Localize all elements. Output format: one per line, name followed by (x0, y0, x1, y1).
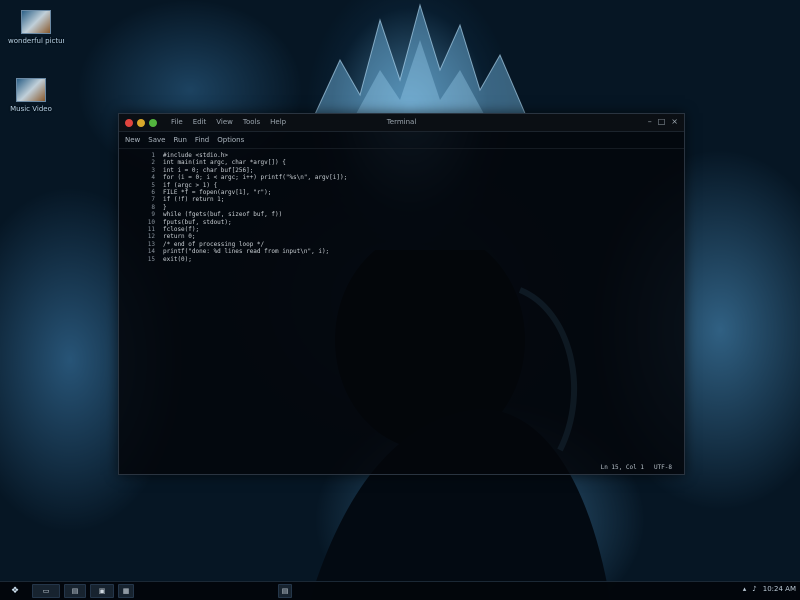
line-text: if (argc > 1) { (163, 181, 218, 189)
line-number: 8 (151, 203, 155, 211)
line-number: 15 (147, 255, 155, 263)
line-text: while (fgets(buf, sizeof buf, f)) (163, 211, 283, 219)
code-line: 7 if (!f) return 1; (119, 196, 684, 203)
line-number: 6 (151, 189, 155, 197)
desktop-icon-label: Music Video (10, 105, 52, 113)
code-line: 8 } (119, 204, 684, 211)
line-text: return 0; (163, 233, 196, 241)
code-line: 11 fclose(f); (119, 226, 684, 233)
taskbar: ❖ ▭ ▤ ▣ ▦ ▤ ▴ ♪ 10:24 AM (0, 581, 800, 600)
code-line: 1 #include <stdio.h> (119, 152, 684, 159)
code-line: 4 for (i = 0; i < argc; i++) printf("%s\… (119, 174, 684, 181)
menu-item-edit[interactable]: Edit (193, 118, 207, 126)
system-tray: ▴ ♪ 10:24 AM (743, 585, 796, 593)
toolbar-run-button[interactable]: Run (173, 136, 186, 144)
code-line: 10 fputs(buf, stdout); (119, 219, 684, 226)
line-text: } (163, 203, 167, 211)
line-number: 13 (147, 240, 155, 248)
video-file-icon (16, 78, 46, 102)
maximize-dot-button[interactable] (149, 119, 157, 127)
ice-crown-artwork (309, 3, 531, 126)
line-text: #include <stdio.h> (163, 152, 229, 159)
line-text: FILE *f = fopen(argv[1], "r"); (163, 189, 272, 197)
line-text: fclose(f); (163, 226, 200, 234)
desktop-icon-music-video[interactable]: Music Video (3, 78, 59, 113)
line-text: exit(0); (163, 255, 192, 263)
line-number: 2 (151, 159, 155, 167)
taskbar-app-button[interactable]: ▭ (32, 584, 60, 598)
volume-icon[interactable]: ♪ (752, 585, 756, 593)
terminal-window: File Edit View Tools Help Terminal – □ ×… (118, 113, 685, 475)
toolbar-save-button[interactable]: Save (148, 136, 165, 144)
taskbar-app-button[interactable]: ▤ (278, 584, 292, 598)
code-line: 15 exit(0); (119, 256, 684, 263)
cursor-position: Ln 15, Col 1 (600, 464, 644, 471)
taskbar-app-button[interactable]: ▣ (90, 584, 114, 598)
line-number: 11 (147, 226, 155, 234)
line-number: 14 (147, 248, 155, 256)
line-number: 7 (151, 196, 155, 204)
status-bar: Ln 15, Col 1 UTF-8 (601, 464, 672, 471)
clock[interactable]: 10:24 AM (763, 585, 796, 593)
code-line: 3 int i = 0; char buf[256]; (119, 167, 684, 174)
taskbar-app-button[interactable]: ▤ (64, 584, 86, 598)
menu-item-file[interactable]: File (171, 118, 183, 126)
code-line: 9 while (fgets(buf, sizeof buf, f)) (119, 211, 684, 218)
line-text: for (i = 0; i < argc; i++) printf("%s\n"… (163, 174, 348, 182)
line-number: 5 (151, 181, 155, 189)
toolbar-find-button[interactable]: Find (195, 136, 209, 144)
terminal-output[interactable]: 1 #include <stdio.h> 2 int main(int argc, c… (119, 152, 684, 263)
minimize-icon[interactable]: – (648, 117, 652, 126)
line-text: int main(int argc, char *argv[]) { (163, 159, 286, 167)
line-number: 12 (147, 233, 155, 241)
toolbar-new-button[interactable]: New (125, 136, 140, 144)
line-text: int i = 0; char buf[256]; (163, 166, 254, 174)
image-file-icon (21, 10, 51, 34)
code-line: 6 FILE *f = fopen(argv[1], "r"); (119, 189, 684, 196)
toolbar: New Save Run Find Options (119, 132, 684, 149)
line-number: 9 (151, 211, 155, 219)
menu-bar: File Edit View Tools Help (171, 118, 286, 126)
minimize-dot-button[interactable] (137, 119, 145, 127)
menu-item-help[interactable]: Help (270, 118, 286, 126)
close-icon[interactable]: × (671, 117, 678, 126)
line-text: fputs(buf, stdout); (163, 218, 232, 226)
taskbar-app-button[interactable]: ▦ (118, 584, 134, 598)
line-text: /* end of processing loop */ (163, 240, 265, 248)
code-line: 5 if (argc > 1) { (119, 182, 684, 189)
desktop-icon-wonderful-picture[interactable]: wonderful picture (8, 10, 64, 45)
desktop: wonderful picture Music Video File Edit … (0, 0, 800, 600)
encoding-indicator: UTF-8 (653, 464, 672, 471)
code-line: 2 int main(int argc, char *argv[]) { (119, 159, 684, 166)
close-dot-button[interactable] (125, 119, 133, 127)
line-number: 10 (147, 218, 155, 226)
window-controls: – □ × (648, 117, 678, 126)
menu-item-tools[interactable]: Tools (243, 118, 260, 126)
maximize-icon[interactable]: □ (658, 117, 666, 126)
menu-item-view[interactable]: View (216, 118, 233, 126)
network-icon[interactable]: ▴ (743, 585, 747, 593)
line-number: 4 (151, 174, 155, 182)
code-line: 14 printf("done: %d lines read from inpu… (119, 248, 684, 255)
line-number: 1 (151, 152, 155, 159)
start-button[interactable]: ❖ (4, 584, 26, 598)
line-number: 3 (151, 166, 155, 174)
line-text: if (!f) return 1; (163, 196, 225, 204)
code-line: 13 /* end of processing loop */ (119, 241, 684, 248)
line-text: printf("done: %d lines read from input\n… (163, 248, 330, 256)
code-line: 12 return 0; (119, 233, 684, 240)
toolbar-options-button[interactable]: Options (217, 136, 244, 144)
desktop-icon-label: wonderful picture (8, 37, 64, 45)
window-titlebar[interactable]: File Edit View Tools Help Terminal – □ × (119, 114, 684, 132)
